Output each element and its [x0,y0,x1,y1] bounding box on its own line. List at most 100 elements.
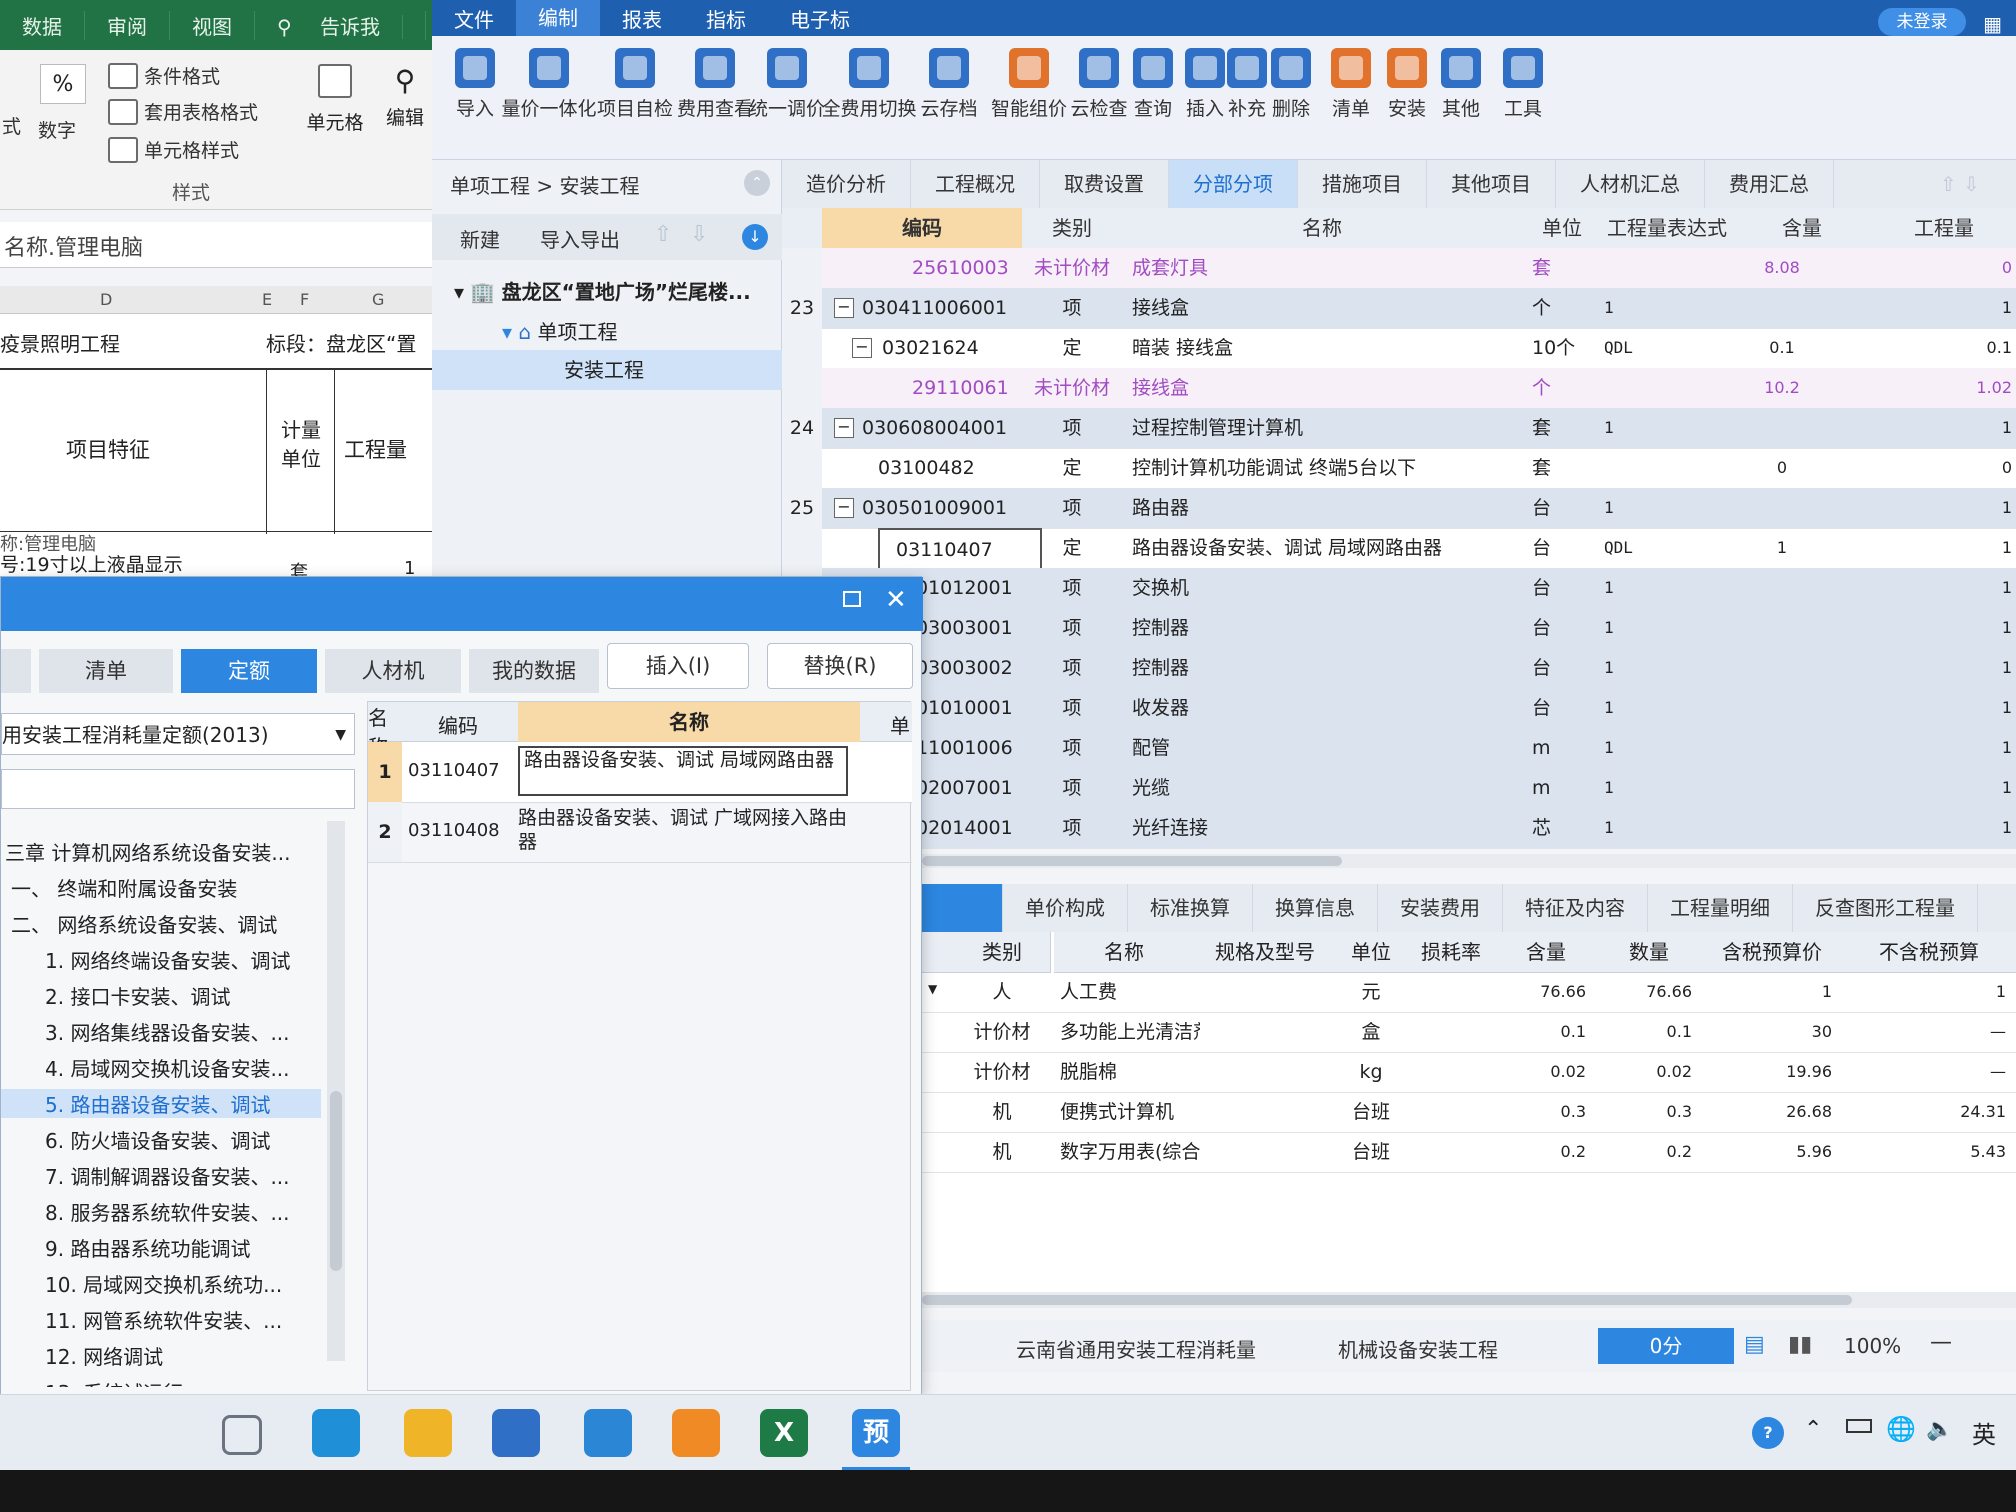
grid-col-7[interactable]: 工程量 [1872,208,2016,249]
content-cell[interactable]: 0 [1732,448,1832,488]
code-cell[interactable]: 030501009001 [862,488,1022,528]
cells-button[interactable]: 单元格 [300,64,370,135]
content-cell[interactable] [1732,288,1832,328]
content-cell[interactable] [1732,488,1832,528]
grid-col-3[interactable]: 名称 [1122,208,1523,249]
grid-row[interactable]: −03021624 定暗装 接线盒 10个 QDL 0.1 0.1 [782,328,2016,369]
excel-tab-view[interactable]: 视图 [170,10,255,40]
detail-content[interactable]: 76.66 [1496,972,1596,1012]
detail-tax_price[interactable]: 26.68 [1702,1092,1842,1132]
grid-col-4[interactable]: 单位 [1522,208,1603,249]
detail-row[interactable]: 机数字万用表(综合) 台班 0.2 0.2 5.96 5.43 [922,1132,2016,1173]
ime-indicator[interactable]: 英 [1972,1415,1996,1450]
scroll-thumb[interactable] [330,1091,342,1271]
name-cell[interactable]: 暗装 接线盒 [1132,328,1522,368]
result-row[interactable]: 1 03110407 路由器设备安装、调试 局域网路由器 [368,742,912,803]
main-tab-0[interactable]: 造价分析 [782,160,911,208]
detail-tab-3[interactable]: 安装费用 [1378,884,1503,932]
chapter-item[interactable]: 8. 服务器系统软件安装、... [45,1197,290,1226]
excel-sheet[interactable]: 疫景照明工程 标段：盘龙区“置 项目特征 计量单位 工程量 称:管理电脑 号:1… [0,314,432,583]
download-icon[interactable]: ↓ [742,224,768,250]
detail-col-3[interactable]: 单位 [1336,932,1407,973]
name-cell[interactable]: 控制器 [1132,608,1522,648]
excel-tab-review[interactable]: 审阅 [85,10,170,40]
detail-tab-1[interactable]: 标准换算 [1128,884,1253,932]
code-cell[interactable]: 03003002 [916,648,1022,688]
code-cell[interactable]: 030411006001 [862,288,1022,328]
new-button[interactable]: 新建 [460,224,500,253]
detail-col-8[interactable]: 不含税预算 [1842,932,2016,973]
detail-row[interactable]: 机便携式计算机 台班 0.3 0.3 26.68 24.31 [922,1092,2016,1133]
detail-content[interactable]: 0.1 [1496,1012,1596,1052]
expr-cell[interactable]: 1 [1604,288,1732,328]
dialog-title-bar[interactable]: ✕ [1,577,923,631]
layout-list-icon[interactable]: ▤ [1744,1332,1765,1357]
result-code[interactable]: 03110407 [408,760,500,781]
name-cell[interactable]: 光缆 [1132,768,1522,808]
detail-notax_price[interactable]: 1 [1842,972,2016,1012]
name-cell[interactable]: 控制器 [1132,648,1522,688]
volume-icon[interactable]: 🔈 [1926,1417,1953,1442]
expr-cell[interactable]: 1 [1604,488,1732,528]
grid-row[interactable]: 03003002 项 控制器台 1 1 [782,648,2016,689]
expr-cell[interactable]: 1 [1604,768,1732,808]
detail-tab-6[interactable]: 反查图形工程量 [1793,884,1978,932]
tree-node-install[interactable]: 安装工程 [432,350,782,390]
detail-col-2[interactable]: 规格及型号 [1194,932,1337,973]
grid-col-0[interactable] [782,208,823,249]
tab-scroll-icons[interactable]: ⇧ ⇩ [1940,172,1980,196]
dialog-tab-left-edge[interactable] [1,649,31,693]
score-badge[interactable]: 0分 [1598,1328,1734,1364]
collapse-icon[interactable]: − [834,298,854,318]
chapter-item[interactable]: 三章 计算机网络系统设备安装... [5,837,290,866]
detail-row[interactable]: 计价材 脱脂棉 kg 0.02 0.02 19.96— [922,1052,2016,1093]
chapter-item[interactable]: 1. 网络终端设备安装、调试 [45,945,290,974]
detail-row[interactable]: 计价材 多功能上光清洁剂盒 0.1 0.1 30— [922,1012,2016,1053]
detail-notax_price[interactable]: — [1842,1052,2016,1092]
name-cell[interactable]: 光纤连接 [1132,808,1522,848]
content-cell[interactable] [1732,568,1832,608]
name-cell[interactable]: 过程控制管理计算机 [1132,408,1522,448]
table-format-button[interactable]: 套用表格格式 [108,98,258,125]
detail-qty[interactable]: 0.1 [1596,1012,1702,1052]
detail-col-1[interactable]: 名称 [1054,932,1195,973]
detail-col-0[interactable]: 类别 [954,932,1051,973]
glodon-pricing-icon[interactable]: 预 [842,1409,910,1470]
grid-row[interactable]: 03100482 定 控制计算机功能调试 终端5台以下套 0 0 [782,448,2016,489]
grid-row[interactable]: 03003001 项 控制器台 1 1 [782,608,2016,649]
collapse-icon[interactable]: − [834,418,854,438]
expr-cell[interactable]: 1 [1604,808,1732,848]
chapter-item[interactable]: 3. 网络集线器设备安装、... [45,1017,290,1046]
grid-row[interactable]: 03110407 定路由器设备安装、调试 局域网路由器台 QDL 1 1 [782,528,2016,572]
expr-cell[interactable]: 1 [1604,688,1732,728]
name-cell[interactable]: 路由器 [1132,488,1522,528]
code-cell[interactable]: 02014001 [916,808,1022,848]
chapter-item[interactable]: 5. 路由器设备安装、调试 [1,1089,321,1118]
detail-name[interactable]: 便携式计算机 [1054,1092,1200,1132]
battery-icon[interactable] [1846,1419,1872,1433]
detail-tax_price[interactable]: 1 [1702,972,1842,1012]
chapter-item[interactable]: 2. 接口卡安装、调试 [45,981,230,1010]
name-cell[interactable]: 控制计算机功能调试 终端5台以下 [1132,448,1522,488]
detail-content[interactable]: 0.2 [1496,1132,1596,1172]
column-d[interactable]: D [100,290,112,309]
detail-col-5[interactable]: 含量 [1496,932,1597,973]
collapse-icon[interactable]: − [852,338,872,358]
menu-edit[interactable]: 编制 [516,0,600,36]
detail-tab-2[interactable]: 换算信息 [1253,884,1378,932]
main-tab-2[interactable]: 取费设置 [1040,160,1169,208]
detail-name[interactable]: 脱脂棉 [1054,1052,1200,1092]
code-cell[interactable]: 03100482 [878,448,1022,488]
detail-tab-active-edge[interactable] [922,884,1003,932]
detail-content[interactable]: 0.02 [1496,1052,1596,1092]
scroll-thumb[interactable] [922,1295,1852,1305]
grid-row[interactable]: 01010001 项 收发器台 1 1 [782,688,2016,729]
number-group-label[interactable]: 数字 [38,116,76,143]
content-cell[interactable] [1732,608,1832,648]
insert-button[interactable]: 插入(I) [607,643,749,689]
detail-col-4[interactable]: 损耗率 [1406,932,1497,973]
main-tab-4[interactable]: 措施项目 [1298,160,1427,208]
column-f[interactable]: F [300,290,309,309]
main-tab-3[interactable]: 分部分项 [1169,160,1298,208]
main-tab-6[interactable]: 人材机汇总 [1556,160,1705,208]
